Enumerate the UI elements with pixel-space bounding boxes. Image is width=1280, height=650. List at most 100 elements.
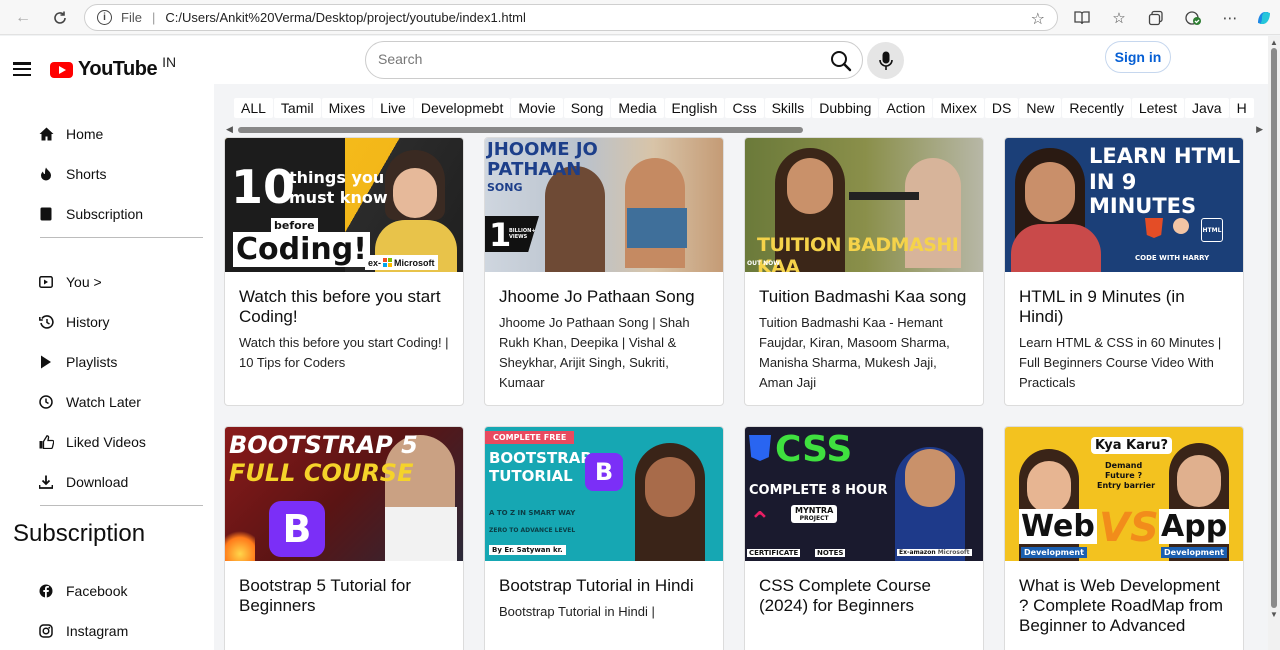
chip[interactable]: New	[1019, 98, 1062, 118]
search-box[interactable]	[365, 41, 863, 79]
copilot-icon[interactable]	[1253, 7, 1275, 29]
thumb-text: COMPLETE 8 HOUR	[749, 483, 888, 498]
chip[interactable]: ALL	[234, 98, 273, 118]
mic-button[interactable]	[867, 42, 904, 79]
video-card[interactable]: JHOOME JO PATHAAN SONG 1 BILLION+ VIEWS …	[484, 137, 724, 406]
thumb-text: 1	[489, 216, 512, 254]
chip[interactable]: DS	[984, 98, 1019, 118]
reading-view-icon[interactable]	[1071, 7, 1093, 29]
chip[interactable]: Tamil	[273, 98, 321, 118]
more-options-icon[interactable]: ⋯	[1219, 7, 1241, 29]
video-thumbnail[interactable]: JHOOME JO PATHAAN SONG 1 BILLION+ VIEWS	[485, 138, 723, 272]
star-icon[interactable]: ☆	[1031, 9, 1045, 29]
collections-icon[interactable]	[1145, 7, 1167, 29]
video-card[interactable]: CSS COMPLETE 8 HOUR ⌃ MYNTRA PROJECT CER…	[744, 426, 984, 650]
video-description: Tuition Badmashi Kaa - Hemant Faujdar, K…	[759, 315, 950, 390]
chip[interactable]: Developmebt	[413, 98, 511, 118]
scroll-right-icon[interactable]: ▶	[1256, 124, 1263, 135]
favorites-icon[interactable]: ☆	[1108, 7, 1130, 29]
thumb-text: things you	[289, 168, 385, 187]
info-icon[interactable]: i	[97, 10, 112, 25]
url-text[interactable]: C:/Users/Ankit%20Verma/Desktop/project/y…	[165, 10, 526, 25]
thumb-text: CODE WITH HARRY	[1135, 254, 1210, 262]
video-thumbnail[interactable]: COMPLETE FREE BOOTSTRAP TUTORIAL B A TO …	[485, 427, 723, 561]
sidebar-item-label: Playlists	[66, 354, 118, 370]
video-title[interactable]: HTML in 9 Minutes (in Hindi)	[1005, 272, 1243, 327]
chip[interactable]: Movie	[511, 98, 563, 118]
video-title[interactable]: What is Web Development ? Complete RoadM…	[1005, 561, 1243, 636]
video-card[interactable]: BOOTSTRAP 5 FULL COURSE B Bootstrap 5 Tu…	[224, 426, 464, 650]
chip[interactable]: Media	[611, 98, 664, 118]
search-icon[interactable]	[829, 49, 853, 73]
video-thumbnail[interactable]: 10 things you must know before Coding! e…	[225, 138, 463, 272]
sidebar-item-playlists[interactable]: Playlists	[38, 354, 117, 370]
thumb-text: Web	[1019, 509, 1097, 544]
page-scrollbar[interactable]: ▲ ▼	[1268, 36, 1280, 650]
back-icon[interactable]: ←	[12, 7, 34, 29]
video-card[interactable]: 10 things you must know before Coding! e…	[224, 137, 464, 406]
sidebar-item-history[interactable]: History	[38, 314, 110, 330]
chip[interactable]: Mixex	[933, 98, 984, 118]
scroll-down-icon[interactable]: ▼	[1270, 610, 1278, 619]
sidebar-item-facebook[interactable]: Facebook	[38, 583, 127, 599]
sidebar-item-you[interactable]: You >	[38, 274, 102, 290]
subscription-heading: Subscription	[13, 520, 146, 547]
address-bar[interactable]: i File | C:/Users/Ankit%20Verma/Desktop/…	[84, 4, 1058, 31]
video-thumbnail[interactable]: CSS COMPLETE 8 HOUR ⌃ MYNTRA PROJECT CER…	[745, 427, 983, 561]
thumb-text: VS	[1099, 505, 1159, 551]
chip[interactable]: Recently	[1062, 98, 1131, 118]
scrollbar-thumb[interactable]	[238, 127, 803, 133]
scroll-up-icon[interactable]: ▲	[1270, 38, 1278, 47]
video-title[interactable]: Watch this before you start Coding!	[225, 272, 463, 327]
you-icon	[38, 274, 54, 290]
video-card[interactable]: COMPLETE FREE BOOTSTRAP TUTORIAL B A TO …	[484, 426, 724, 650]
video-thumbnail[interactable]: Kya Karu? Demand Future ? Entry barrier …	[1005, 427, 1243, 561]
chip[interactable]: Skills	[764, 98, 812, 118]
video-thumbnail[interactable]: BOOTSTRAP 5 FULL COURSE B	[225, 427, 463, 561]
chip[interactable]: Css	[725, 98, 764, 118]
sidebar-item-home[interactable]: Home	[38, 126, 103, 142]
video-title[interactable]: Tuition Badmashi Kaa song	[745, 272, 983, 307]
youtube-logo[interactable]: YouTube IN	[50, 54, 176, 81]
video-title[interactable]: CSS Complete Course (2024) for Beginners	[745, 561, 983, 616]
scroll-left-icon[interactable]: ◀	[226, 124, 233, 135]
chip[interactable]: Mixes	[321, 98, 373, 118]
chip[interactable]: Letest	[1131, 98, 1184, 118]
sidebar-item-watch-later[interactable]: Watch Later	[38, 394, 141, 410]
video-thumbnail[interactable]: TUITION BADMASHI KAA OUT NOW	[745, 138, 983, 272]
chip[interactable]: Song	[563, 98, 611, 118]
sign-in-button[interactable]: Sign in	[1105, 41, 1171, 73]
chip[interactable]: Action	[879, 98, 933, 118]
myntra-badge: MYNTRA PROJECT	[791, 505, 838, 523]
sidebar-item-shorts[interactable]: Shorts	[38, 166, 106, 182]
refresh-icon[interactable]	[49, 7, 71, 29]
chip[interactable]: English	[664, 98, 725, 118]
chip[interactable]: H	[1229, 98, 1254, 118]
scrollbar-thumb[interactable]	[1271, 48, 1277, 608]
video-description: Watch this before you start Coding! | 10…	[239, 335, 449, 370]
video-title[interactable]: Jhoome Jo Pathaan Song	[485, 272, 723, 307]
video-title[interactable]: Bootstrap Tutorial in Hindi	[485, 561, 723, 596]
extensions-icon[interactable]	[1182, 7, 1204, 29]
chip[interactable]: Live	[373, 98, 413, 118]
thumb-text: Kya Karu?	[1091, 437, 1173, 454]
chip[interactable]: Dubbing	[812, 98, 879, 118]
brand-name: YouTube	[78, 58, 158, 80]
thumb-text: LEARN HTML	[1089, 144, 1241, 168]
thumb-text: IN 9 MINUTES	[1089, 170, 1197, 218]
video-description: Jhoome Jo Pathaan Song | Shah Rukh Khan,…	[499, 315, 690, 390]
video-card[interactable]: LEARN HTML IN 9 MINUTES HTML CODE WITH H…	[1004, 137, 1244, 406]
sidebar-item-instagram[interactable]: Instagram	[38, 623, 128, 639]
video-title[interactable]: Bootstrap 5 Tutorial for Beginners	[225, 561, 463, 616]
video-card[interactable]: Kya Karu? Demand Future ? Entry barrier …	[1004, 426, 1244, 650]
chip[interactable]: Java	[1184, 98, 1229, 118]
sidebar-item-download[interactable]: Download	[38, 474, 128, 490]
chips-scrollbar[interactable]: ◀ ▶	[226, 124, 1263, 135]
video-thumbnail[interactable]: LEARN HTML IN 9 MINUTES HTML CODE WITH H…	[1005, 138, 1243, 272]
sidebar-item-liked-videos[interactable]: Liked Videos	[38, 434, 146, 450]
sidebar-divider	[40, 237, 203, 238]
menu-icon[interactable]	[13, 62, 31, 76]
search-input[interactable]	[378, 51, 798, 67]
video-card[interactable]: TUITION BADMASHI KAA OUT NOW Tuition Bad…	[744, 137, 984, 406]
sidebar-item-subscription[interactable]: Subscription	[38, 206, 143, 222]
